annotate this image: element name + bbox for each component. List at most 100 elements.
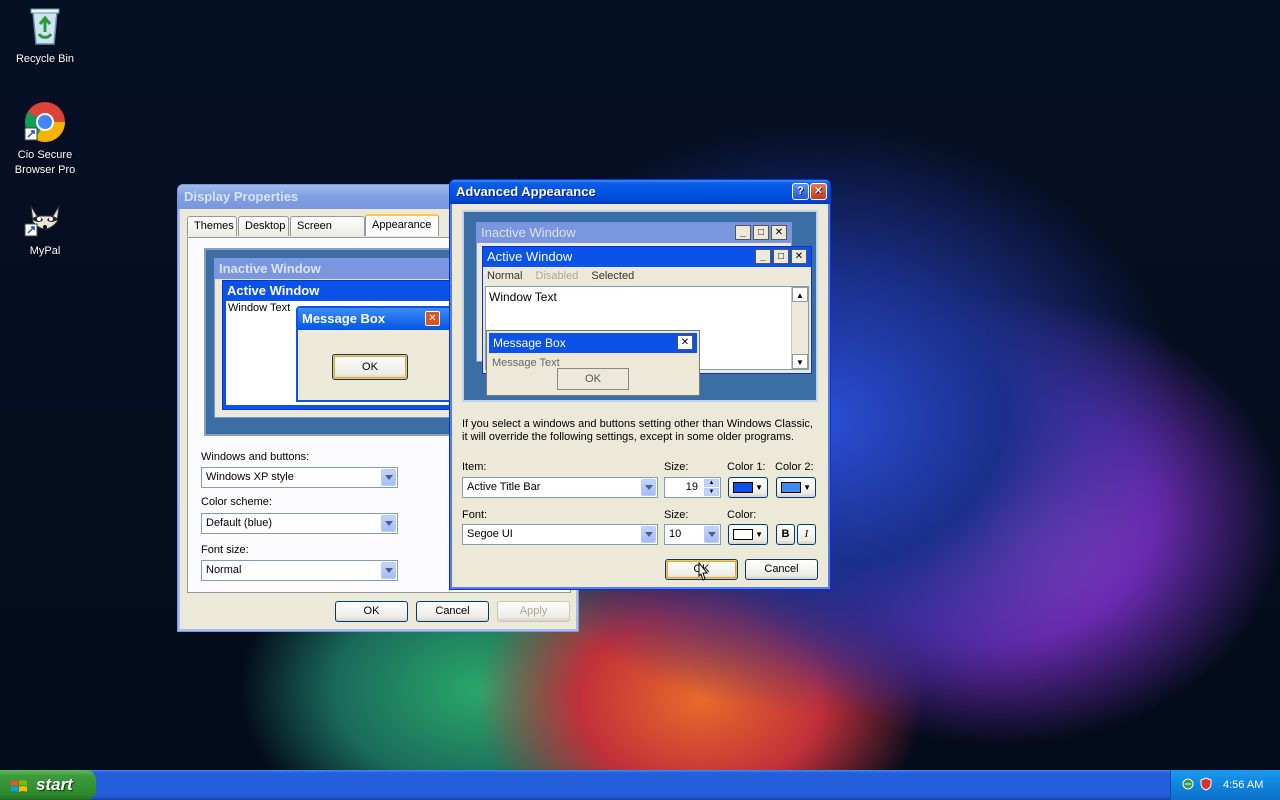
menu-disabled: Disabled: [535, 270, 579, 282]
font-value: Segoe UI: [467, 528, 513, 540]
chevron-down-icon: [704, 526, 719, 543]
window-title: Display Properties: [184, 189, 299, 204]
menu-selected: Selected: [591, 270, 635, 282]
maximize-icon: □: [773, 249, 789, 264]
cancel-button[interactable]: Cancel: [416, 601, 489, 622]
help-icon: ?: [797, 185, 804, 197]
close-icon: ✕: [791, 249, 807, 264]
start-button[interactable]: start: [0, 770, 96, 800]
bold-button[interactable]: B: [776, 524, 795, 545]
menu-normal: Normal: [487, 270, 523, 282]
font-select[interactable]: Segoe UI: [462, 524, 658, 545]
item-size-value: 19: [685, 481, 698, 493]
preview-inactive-title: Inactive Window _ □ ✕: [477, 223, 791, 243]
item-select[interactable]: Active Title Bar: [462, 477, 658, 498]
color-scheme-select[interactable]: Default (blue): [201, 513, 398, 534]
spin-up-icon[interactable]: ▲: [704, 479, 719, 487]
font-color-label: Color:: [727, 509, 757, 521]
recycle-bin-icon: [23, 4, 67, 48]
cursor-icon: [696, 561, 710, 584]
clock[interactable]: 4:56 AM: [1223, 770, 1263, 800]
preview-active-title-text: Active Window: [487, 249, 573, 264]
font-size-select[interactable]: Normal: [201, 560, 398, 581]
spin-down-icon[interactable]: ▼: [704, 488, 719, 496]
item-value: Active Title Bar: [467, 481, 541, 493]
windows-buttons-select[interactable]: Windows XP style: [201, 467, 398, 488]
close-icon: ✕: [813, 185, 824, 197]
windows-buttons-value: Windows XP style: [206, 471, 294, 483]
scroll-up-icon: ▲: [792, 287, 808, 302]
windows-buttons-label: Windows and buttons:: [201, 451, 310, 463]
font-color-swatch: [733, 529, 753, 540]
desktop-icon-label: Recycle Bin: [15, 53, 75, 65]
network-icon[interactable]: [1181, 777, 1195, 791]
advanced-cancel-button[interactable]: Cancel: [745, 559, 818, 580]
desktop-icon-label: MyPal: [29, 245, 61, 257]
close-icon: ✕: [677, 335, 693, 350]
color1-label: Color 1:: [727, 461, 766, 473]
close-button[interactable]: ✕: [810, 183, 827, 200]
font-size-value: 10: [669, 528, 682, 540]
preview-message-box: Message Box ✕ Message Text OK: [486, 330, 700, 396]
tab-appearance[interactable]: Appearance: [365, 214, 439, 236]
minimize-icon: _: [735, 225, 751, 240]
chevron-down-icon: [641, 526, 656, 543]
font-label: Font:: [462, 509, 488, 521]
info-text-line1: If you select a windows and buttons sett…: [462, 418, 813, 430]
preview-ok-button: OK: [332, 354, 408, 380]
chevron-down-icon: ▼: [803, 483, 811, 492]
chevron-down-icon: [641, 479, 656, 496]
tab-desktop[interactable]: Desktop: [238, 216, 289, 236]
item-label: Item:: [462, 461, 487, 473]
chevron-down-icon: [381, 562, 396, 579]
color-scheme-label: Color scheme:: [201, 496, 272, 508]
color1-picker[interactable]: ▼: [728, 477, 768, 498]
item-size-label: Size:: [664, 461, 689, 473]
desktop-icon-browser[interactable]: Cio Secure Browser Pro: [5, 100, 85, 178]
close-icon: ✕: [771, 225, 787, 240]
chrome-icon: [23, 100, 67, 144]
color1-swatch: [733, 482, 753, 493]
system-tray: 4:56 AM: [1170, 770, 1280, 800]
minimize-icon: _: [755, 249, 771, 264]
taskbar: start 4:56 AM: [0, 770, 1280, 800]
font-size-label: Size:: [664, 509, 689, 521]
window-title: Advanced Appearance: [456, 184, 596, 199]
scroll-down-icon: ▼: [792, 354, 808, 369]
desktop-icon-label: Cio Secure Browser Pro: [14, 149, 76, 176]
preview-ok-button: OK: [557, 368, 629, 390]
chevron-down-icon: [381, 469, 396, 486]
raccoon-icon: [23, 196, 67, 240]
close-icon: ✕: [425, 311, 440, 326]
help-button[interactable]: ?: [792, 183, 809, 200]
shield-icon[interactable]: [1199, 777, 1213, 791]
preview-active-title: Active Window: [223, 281, 458, 301]
preview-menu-bar: Normal Disabled Selected: [487, 268, 634, 284]
windows-logo-icon: [10, 776, 28, 794]
preview-message-box-title-text: Message Box: [493, 336, 566, 350]
font-color-picker[interactable]: ▼: [728, 524, 768, 545]
color2-swatch: [781, 482, 801, 493]
desktop-icon-recycle-bin[interactable]: Recycle Bin: [5, 4, 85, 67]
font-size-label: Font size:: [201, 544, 249, 556]
desktop-icon-mypal[interactable]: MyPal: [5, 196, 85, 259]
italic-button[interactable]: I: [797, 524, 816, 545]
advanced-preview: Inactive Window _ □ ✕ Active Window _ □ …: [462, 210, 818, 402]
item-size-spinner[interactable]: 19 ▲ ▼: [664, 477, 721, 498]
color2-label: Color 2:: [775, 461, 814, 473]
chevron-down-icon: ▼: [755, 530, 763, 539]
font-size-select[interactable]: 10: [664, 524, 721, 545]
chevron-down-icon: ▼: [755, 483, 763, 492]
advanced-appearance-window: Advanced Appearance ? ✕ Inactive Window …: [449, 179, 831, 590]
tab-screen-saver[interactable]: Screen Saver: [290, 216, 365, 250]
apply-button[interactable]: Apply: [497, 601, 570, 622]
ok-button[interactable]: OK: [335, 601, 408, 622]
maximize-icon: □: [753, 225, 769, 240]
preview-inactive-title: Inactive Window: [215, 259, 458, 279]
color2-picker[interactable]: ▼: [776, 477, 816, 498]
preview-message-text: Message Text: [492, 357, 560, 369]
info-text-line2: it will override the following settings,…: [462, 431, 794, 443]
tab-themes[interactable]: Themes: [187, 216, 237, 236]
chevron-down-icon: [381, 515, 396, 532]
advanced-appearance-titlebar[interactable]: Advanced Appearance ? ✕: [450, 180, 830, 204]
